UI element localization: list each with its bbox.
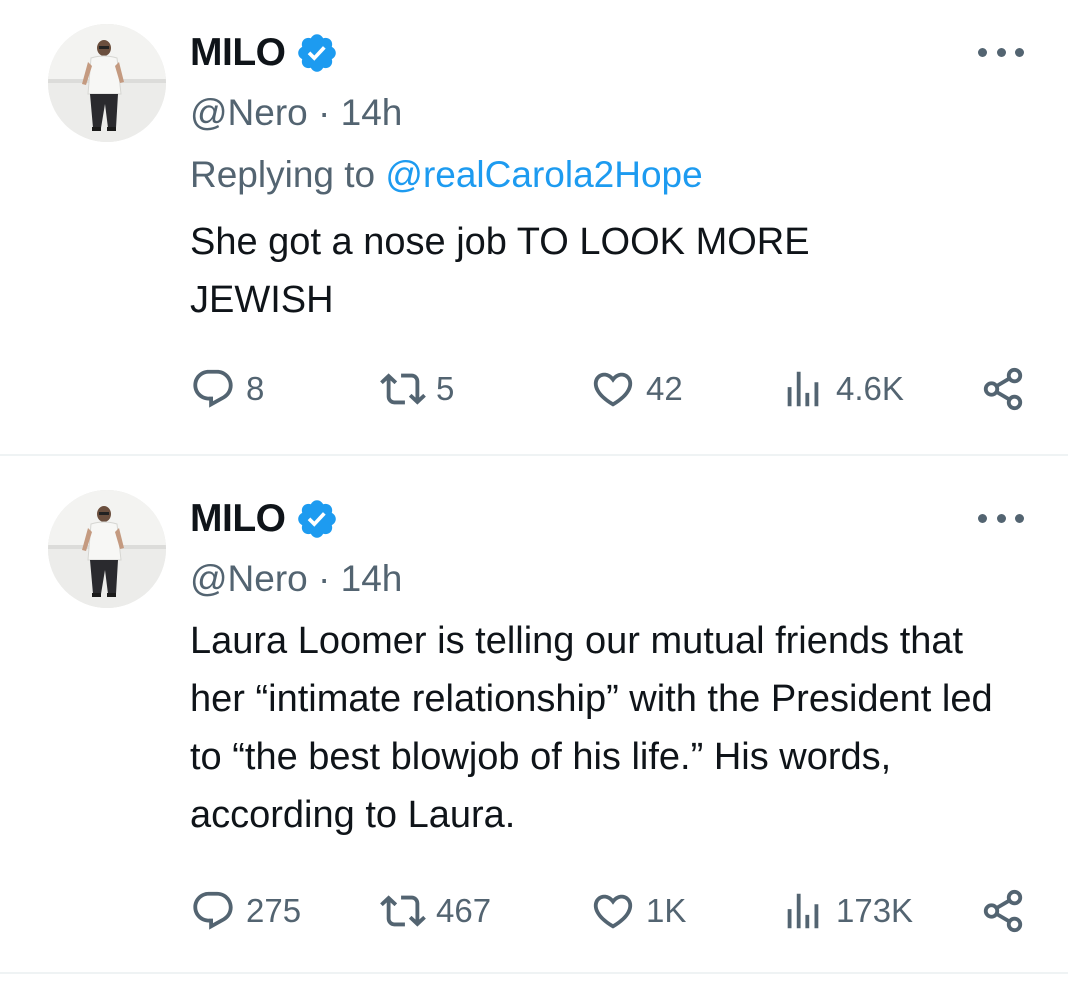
tweet[interactable]: MILO @Nero · 14h Replying to @realCarola… bbox=[0, 0, 1068, 455]
views-button[interactable]: 173K bbox=[780, 886, 913, 936]
more-options-icon[interactable] bbox=[978, 510, 1024, 526]
like-button[interactable]: 42 bbox=[590, 364, 683, 414]
handle-row: @Nero · 14h bbox=[190, 558, 402, 600]
action-bar: 8 5 42 4.6K bbox=[190, 364, 1030, 414]
views-icon bbox=[787, 893, 819, 929]
avatar[interactable] bbox=[48, 490, 166, 608]
views-count: 4.6K bbox=[836, 370, 904, 407]
avatar-photo bbox=[48, 490, 166, 608]
divider bbox=[0, 454, 1068, 456]
like-count: 1K bbox=[646, 892, 687, 929]
heart-icon bbox=[593, 894, 633, 929]
reply-button[interactable]: 8 bbox=[190, 364, 264, 414]
views-button[interactable]: 4.6K bbox=[780, 364, 904, 414]
heart-icon bbox=[593, 372, 633, 407]
tweet-text: Laura Loomer is telling our mutual frien… bbox=[190, 620, 993, 836]
verified-badge-icon[interactable] bbox=[295, 31, 339, 75]
reply-icon bbox=[193, 891, 233, 930]
author-name[interactable]: MILO bbox=[190, 497, 286, 541]
reply-mention-link[interactable]: @realCarola2Hope bbox=[385, 154, 702, 195]
avatar-photo bbox=[48, 24, 166, 142]
avatar[interactable] bbox=[48, 24, 166, 142]
divider bbox=[0, 972, 1068, 974]
reply-count: 275 bbox=[246, 892, 302, 929]
views-count: 173K bbox=[836, 892, 914, 929]
like-count: 42 bbox=[646, 370, 683, 407]
separator: · bbox=[318, 558, 331, 599]
share-icon bbox=[983, 367, 1023, 411]
verified-badge-icon[interactable] bbox=[295, 497, 339, 541]
retweet-count: 467 bbox=[436, 892, 492, 929]
handle-row: @Nero · 14h bbox=[190, 92, 402, 134]
author-row: MILO bbox=[190, 494, 339, 544]
retweet-count: 5 bbox=[436, 370, 455, 407]
share-button[interactable] bbox=[980, 364, 1026, 414]
author-handle[interactable]: @Nero bbox=[190, 92, 308, 133]
reply-icon bbox=[193, 369, 233, 408]
more-options-icon[interactable] bbox=[978, 44, 1024, 60]
timestamp[interactable]: 14h bbox=[341, 558, 403, 599]
reply-button[interactable]: 275 bbox=[190, 886, 301, 936]
reply-count: 8 bbox=[246, 370, 265, 407]
author-row: MILO bbox=[190, 28, 339, 78]
share-icon bbox=[983, 889, 1023, 933]
timestamp[interactable]: 14h bbox=[341, 92, 403, 133]
views-icon bbox=[787, 371, 819, 407]
reply-prefix: Replying to bbox=[190, 154, 376, 195]
replying-to: Replying to @realCarola2Hope bbox=[190, 154, 703, 196]
author-name[interactable]: MILO bbox=[190, 31, 286, 75]
share-button[interactable] bbox=[980, 886, 1026, 936]
action-bar: 275 467 1K 173K bbox=[190, 886, 1030, 936]
separator: · bbox=[318, 92, 331, 133]
retweet-button[interactable]: 467 bbox=[380, 886, 491, 936]
retweet-button[interactable]: 5 bbox=[380, 364, 454, 414]
retweet-icon bbox=[380, 373, 426, 405]
retweet-icon bbox=[380, 895, 426, 927]
author-handle[interactable]: @Nero bbox=[190, 558, 308, 599]
like-button[interactable]: 1K bbox=[590, 886, 686, 936]
tweet[interactable]: MILO @Nero · 14h Laura Loomer is telling… bbox=[0, 458, 1068, 973]
tweet-text: She got a nose job TO LOOK MORE JEWISH bbox=[190, 221, 810, 321]
